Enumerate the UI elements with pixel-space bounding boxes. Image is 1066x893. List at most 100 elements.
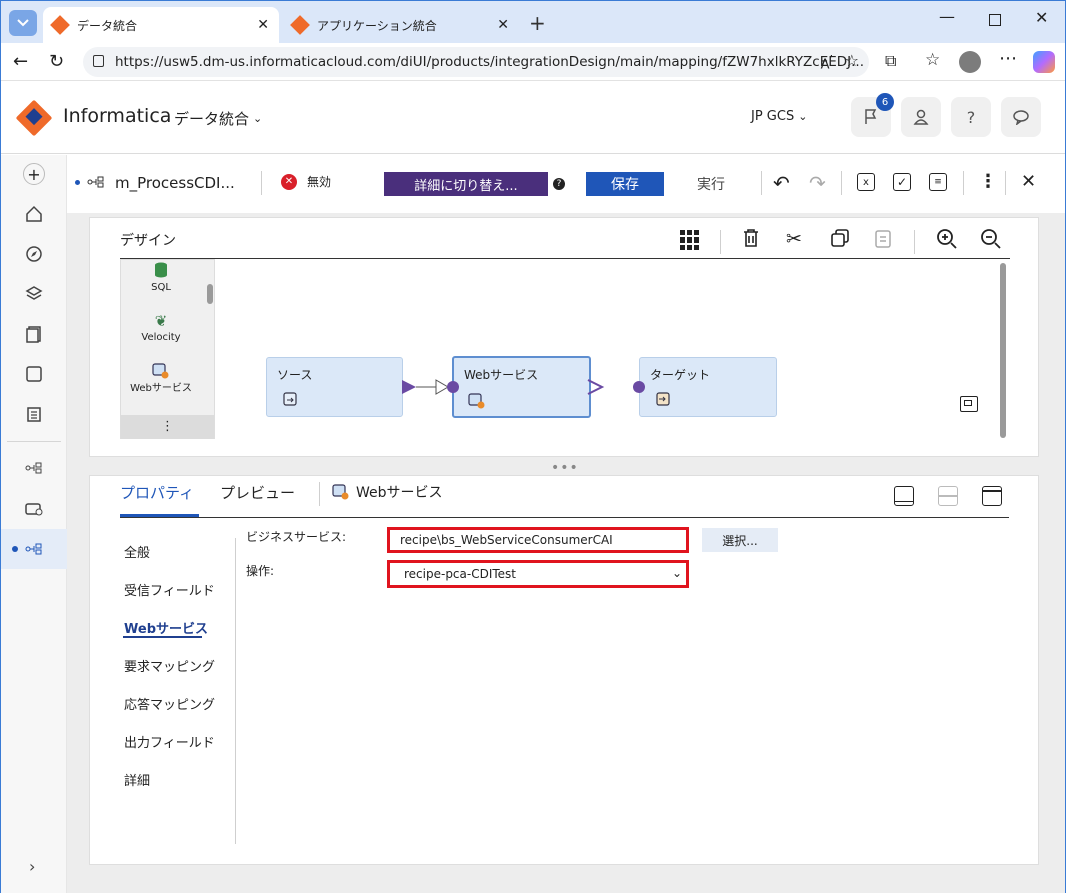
redo-icon[interactable]: ↷ <box>809 171 826 195</box>
validate-icon[interactable]: ✓ <box>893 173 911 191</box>
favorites-icon[interactable]: ☆ <box>925 50 940 70</box>
mapping-workspace: デザイン ✂ SQL ❦ Velocity Webサービス ⋮ ソース Webサ… <box>67 213 1065 893</box>
properties-panel: プロパティ プレビュー Webサービス 全般 受信フィールド Webサービス 要… <box>89 475 1039 865</box>
nav-advanced[interactable]: 詳細 <box>124 770 150 789</box>
grid-icon[interactable] <box>680 230 700 250</box>
close-icon[interactable]: ✕ <box>257 17 269 33</box>
close-icon[interactable]: ✕ <box>497 17 509 33</box>
mapping-name[interactable]: m_ProcessCDI... <box>115 174 235 192</box>
new-asset-button[interactable]: + <box>23 163 45 185</box>
mapping-icon[interactable] <box>23 457 45 479</box>
business-service-field[interactable]: recipe\bs_WebServiceConsumerCAI <box>387 527 689 553</box>
zoom-out-icon[interactable] <box>980 228 1002 250</box>
select-button[interactable]: 選択... <box>702 528 778 552</box>
minimize-button[interactable]: — <box>939 7 955 26</box>
properties-icon[interactable]: ≡ <box>929 173 947 191</box>
parameters-icon[interactable]: x <box>857 173 875 191</box>
nav-response-mapping[interactable]: 応答マッピング <box>124 694 215 713</box>
nav-request-mapping[interactable]: 要求マッピング <box>124 656 215 675</box>
product-switcher[interactable]: データ統合 ⌄ <box>174 108 262 129</box>
design-title: デザイン <box>120 233 176 249</box>
toolbox-icon[interactable] <box>23 497 45 519</box>
delete-icon[interactable] <box>742 228 760 248</box>
save-button[interactable]: 保存 <box>586 172 664 196</box>
extensions-icon[interactable]: ⧉ <box>885 51 896 71</box>
switch-to-advanced-button[interactable]: 詳細に切り替え... <box>384 172 548 196</box>
tab-preview[interactable]: プレビュー <box>220 482 295 503</box>
informatica-tab-icon <box>290 15 310 35</box>
palette-item-sql[interactable]: SQL <box>121 260 201 293</box>
palette-more-button[interactable]: ⋮ <box>121 415 214 439</box>
divider <box>720 230 721 254</box>
node-target[interactable]: ターゲット <box>639 357 777 417</box>
palette-item-web-service[interactable]: Webサービス <box>121 362 201 395</box>
divider <box>761 171 762 195</box>
validation-status[interactable]: ✕ 無効 <box>281 173 331 190</box>
tab-properties[interactable]: プロパティ <box>120 482 199 517</box>
overview-icon[interactable] <box>960 396 978 412</box>
zoom-in-icon[interactable] <box>936 228 958 250</box>
node-source[interactable]: ソース <box>266 357 403 417</box>
url-text: https://usw5.dm-us.informaticacloud.com/… <box>115 54 865 70</box>
lock-icon <box>93 55 104 67</box>
maximize-button[interactable] <box>989 14 1001 26</box>
tab-actions-button[interactable] <box>9 10 37 36</box>
nav-incoming-fields[interactable]: 受信フィールド <box>124 580 215 599</box>
divider <box>841 171 842 195</box>
canvas-scrollbar[interactable] <box>1000 263 1006 438</box>
explore-icon[interactable] <box>23 243 45 265</box>
documents-icon[interactable] <box>23 323 45 345</box>
nav-general[interactable]: 全般 <box>124 542 150 561</box>
chat-button[interactable] <box>1001 97 1041 137</box>
chat-icon <box>1013 110 1029 125</box>
palette-item-velocity[interactable]: ❦ Velocity <box>121 312 201 343</box>
close-icon[interactable]: ✕ <box>1021 171 1036 192</box>
new-tab-button[interactable]: + <box>529 11 546 35</box>
copy-icon[interactable] <box>830 228 850 248</box>
window-close-button[interactable]: ✕ <box>1035 8 1048 27</box>
undo-icon[interactable]: ↶ <box>773 171 790 195</box>
read-aloud-icon[interactable]: Aʼ <box>821 53 833 72</box>
home-icon[interactable] <box>23 203 45 225</box>
help-button[interactable]: ? <box>951 97 991 137</box>
dock-bottom-icon[interactable] <box>894 486 914 506</box>
dock-split-icon[interactable] <box>938 486 958 506</box>
notifications-button[interactable]: 6 <box>851 93 894 137</box>
library-icon[interactable] <box>23 403 45 425</box>
operation-label: 操作: <box>246 564 275 578</box>
mapping-icon <box>87 176 104 188</box>
org-switcher[interactable]: JP GCS ⌄ <box>751 109 807 124</box>
operation-select[interactable]: recipe-pca-CDITest ⌄ <box>387 560 689 588</box>
star-icon[interactable]: ☆ <box>845 51 859 70</box>
url-field[interactable]: https://usw5.dm-us.informaticacloud.com/… <box>83 47 869 77</box>
tab-title: データ統合 <box>77 18 138 33</box>
browser-tab-1[interactable]: データ統合 ✕ <box>43 7 279 43</box>
paste-icon[interactable] <box>874 228 892 248</box>
business-service-label: ビジネスサービス: <box>246 530 347 544</box>
run-button[interactable]: 実行 <box>674 172 748 196</box>
copilot-icon[interactable] <box>1033 51 1055 73</box>
refresh-button[interactable]: ↻ <box>49 51 64 72</box>
back-button[interactable]: ← <box>13 51 28 72</box>
cut-icon[interactable]: ✂ <box>786 228 802 250</box>
frame-icon[interactable] <box>23 363 45 385</box>
more-vertical-icon[interactable]: ⋮ <box>979 171 997 192</box>
panel-resize-handle[interactable]: ••• <box>551 460 579 476</box>
more-icon[interactable]: ⋯ <box>999 48 1017 69</box>
profile-avatar[interactable] <box>959 51 981 73</box>
nav-active-underline <box>123 636 202 638</box>
expand-rail-icon[interactable]: › <box>29 857 35 876</box>
target-icon <box>656 392 670 406</box>
dock-top-icon[interactable] <box>982 486 1002 506</box>
brand-name: Informatica <box>63 105 172 127</box>
product-name: データ統合 <box>174 110 250 128</box>
nav-output-fields[interactable]: 出力フィールド <box>124 732 215 751</box>
unsaved-dot <box>75 180 80 185</box>
user-button[interactable] <box>901 97 941 137</box>
rail-active-item[interactable] <box>1 529 67 569</box>
layers-icon[interactable] <box>23 283 45 305</box>
help-icon[interactable]: ? <box>553 178 565 190</box>
browser-tab-2[interactable]: アプリケーション統合 ✕ <box>283 7 519 43</box>
palette-scrollbar[interactable] <box>207 284 213 304</box>
nav-web-service[interactable]: Webサービス <box>124 618 208 637</box>
